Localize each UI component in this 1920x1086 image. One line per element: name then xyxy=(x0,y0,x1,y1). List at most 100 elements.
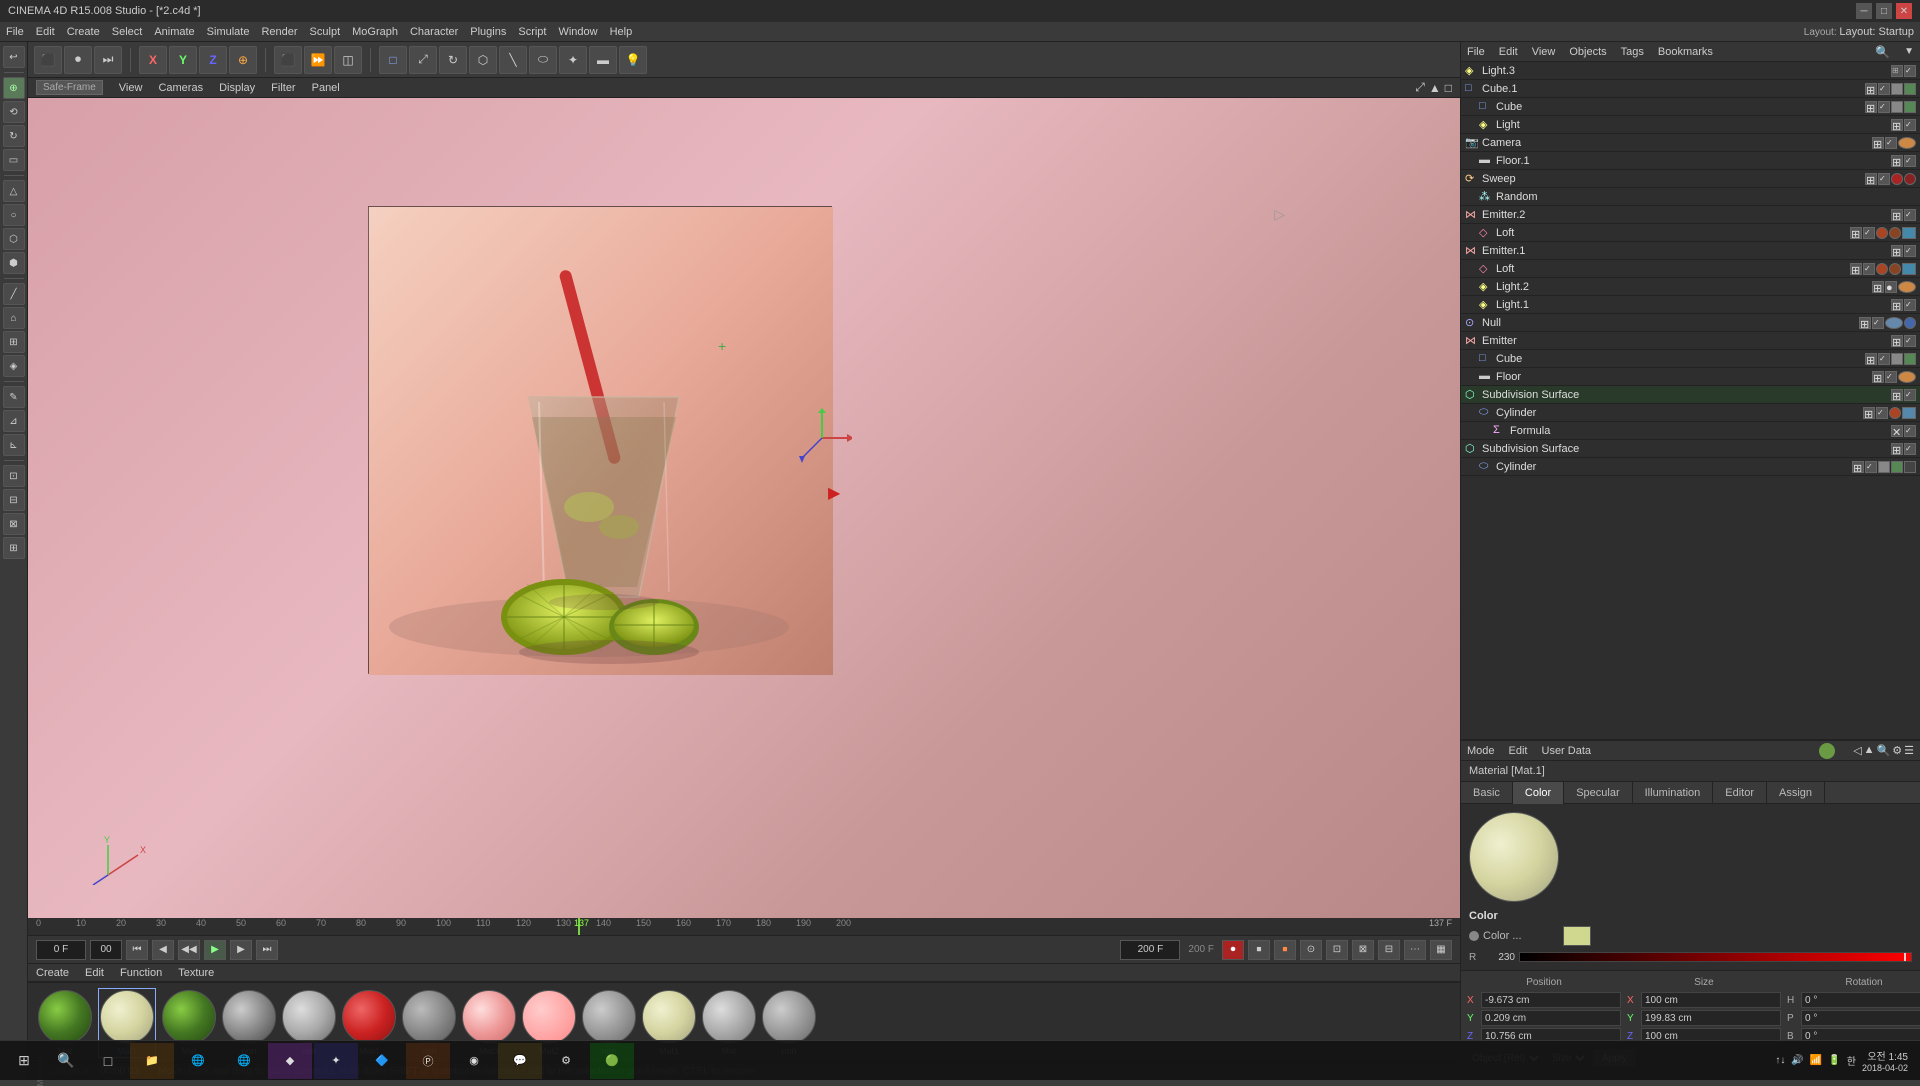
menu-help[interactable]: Help xyxy=(610,26,633,38)
tool-1[interactable]: △ xyxy=(3,180,25,202)
obj-search-icon[interactable]: 🔍 xyxy=(1875,45,1890,59)
mat-tab-color[interactable]: Color xyxy=(1513,782,1564,804)
obj-row-loft1[interactable]: ◇ Loft ⊞ ✓ xyxy=(1461,224,1920,242)
mat-nav-left[interactable]: ◁ xyxy=(1853,744,1861,757)
size-y-input[interactable] xyxy=(1641,1010,1781,1026)
tb-gear[interactable]: ⚙ xyxy=(544,1043,588,1079)
mat-tab-specular[interactable]: Specular xyxy=(1564,782,1632,804)
menu-select[interactable]: Select xyxy=(112,26,143,38)
tc-7[interactable]: ⊟ xyxy=(1378,940,1400,960)
mat-menu-function[interactable]: Function xyxy=(120,967,162,979)
menu-create[interactable]: Create xyxy=(67,26,100,38)
obj-filter-icon[interactable]: ▼ xyxy=(1904,46,1914,57)
tool-11[interactable]: ⊾ xyxy=(3,434,25,456)
vp-menu-cameras[interactable]: Cameras xyxy=(158,82,203,94)
tool-12[interactable]: ⊡ xyxy=(3,465,25,487)
maximize-button[interactable]: □ xyxy=(1876,3,1892,19)
tool-5[interactable]: ╱ xyxy=(3,283,25,305)
mat-hdr-userdata[interactable]: User Data xyxy=(1542,745,1592,757)
obj-row-light[interactable]: ◈ Light ⊞ ✓ xyxy=(1461,116,1920,134)
vp-ctrl-3[interactable]: □ xyxy=(1445,81,1452,95)
tool-scale[interactable]: ⟲ xyxy=(3,101,25,123)
obj-row-sweep[interactable]: ⟳ Sweep ⊞ ✓ xyxy=(1461,170,1920,188)
vp-menu-panel[interactable]: Panel xyxy=(312,82,340,94)
obj-menu-file[interactable]: File xyxy=(1467,46,1485,58)
tb-green[interactable]: 🟢 xyxy=(590,1043,634,1079)
tb-c4d[interactable]: ✦ xyxy=(314,1043,358,1079)
obj-row-emitter1[interactable]: ⋈ Emitter.1 ⊞ ✓ xyxy=(1461,242,1920,260)
menu-sculpt[interactable]: Sculpt xyxy=(310,26,341,38)
tray-icon-5[interactable]: 한 xyxy=(1847,1053,1856,1068)
tray-clock[interactable]: 오전 1:45 2018-04-02 xyxy=(1862,1048,1908,1073)
tray-icon-3[interactable]: 📶 xyxy=(1810,1055,1822,1066)
tb-x-axis[interactable]: X xyxy=(139,46,167,74)
mat-menu-texture[interactable]: Texture xyxy=(178,967,214,979)
vp-menu-display[interactable]: Display xyxy=(219,82,255,94)
menu-mograph[interactable]: MoGraph xyxy=(352,26,398,38)
rot-h-input[interactable] xyxy=(1801,992,1920,1008)
mat-menu-create[interactable]: Create xyxy=(36,967,69,979)
tray-icon-2[interactable]: 🔊 xyxy=(1791,1055,1803,1066)
obj-row-light2[interactable]: ◈ Light.2 ⊞ ● xyxy=(1461,278,1920,296)
mat-tab-editor[interactable]: Editor xyxy=(1713,782,1767,804)
obj-row-camera[interactable]: 📷 Camera ⊞ ✓ xyxy=(1461,134,1920,152)
tool-8[interactable]: ◈ xyxy=(3,355,25,377)
tb-paint[interactable]: ✦ xyxy=(559,46,587,74)
tc-2[interactable]: ⏹ xyxy=(1248,940,1270,960)
tool-15[interactable]: ⊞ xyxy=(3,537,25,559)
r-value[interactable]: 230 xyxy=(1485,952,1515,963)
tool-10[interactable]: ⊿ xyxy=(3,410,25,432)
menu-window[interactable]: Window xyxy=(558,26,597,38)
tray-icon-1[interactable]: ↑↓ xyxy=(1775,1055,1785,1066)
obj-menu-objects[interactable]: Objects xyxy=(1569,46,1606,58)
menu-character[interactable]: Character xyxy=(410,26,458,38)
r-slider[interactable] xyxy=(1519,952,1912,962)
obj-menu-bookmarks[interactable]: Bookmarks xyxy=(1658,46,1713,58)
tc-end[interactable]: ⏭ xyxy=(256,940,278,960)
tc-prev-frame[interactable]: ◀ xyxy=(152,940,174,960)
menu-file[interactable]: File xyxy=(6,26,24,38)
tb-knife[interactable]: ╲ xyxy=(499,46,527,74)
menu-script[interactable]: Script xyxy=(518,26,546,38)
vp-menu-filter[interactable]: Filter xyxy=(271,82,295,94)
tb-task-view[interactable]: □ xyxy=(88,1042,128,1080)
obj-menu-edit[interactable]: Edit xyxy=(1499,46,1518,58)
tool-select[interactable]: ▭ xyxy=(3,149,25,171)
tc-start[interactable]: ⏮ xyxy=(126,940,148,960)
obj-row-null[interactable]: ⊙ Null ⊞ ✓ xyxy=(1461,314,1920,332)
mat-nav-tri[interactable]: ▲ xyxy=(1864,744,1875,757)
pos-x-input[interactable] xyxy=(1481,992,1621,1008)
close-button[interactable]: ✕ xyxy=(1896,3,1912,19)
obj-row-emitter2[interactable]: ⋈ Emitter.2 ⊞ ✓ xyxy=(1461,206,1920,224)
obj-row-emitter[interactable]: ⋈ Emitter ⊞ ✓ xyxy=(1461,332,1920,350)
tc-5[interactable]: ⊡ xyxy=(1326,940,1348,960)
tool-14[interactable]: ⊠ xyxy=(3,513,25,535)
minimize-button[interactable]: ─ xyxy=(1856,3,1872,19)
obj-row-cube1[interactable]: □ Cube.1 ⊞ ✓ xyxy=(1461,80,1920,98)
mat-menu-edit[interactable]: Edit xyxy=(85,967,104,979)
mat-hdr-mode[interactable]: Mode xyxy=(1467,745,1495,757)
tb-move[interactable]: ⤢ xyxy=(409,46,437,74)
tb-start[interactable]: ⊞ xyxy=(4,1042,44,1080)
obj-row-floor[interactable]: ▬ Floor ⊞ ✓ xyxy=(1461,368,1920,386)
tool-13[interactable]: ⊟ xyxy=(3,489,25,511)
tb-ae[interactable]: ◆ xyxy=(268,1043,312,1079)
tc-8[interactable]: ⋯ xyxy=(1404,940,1426,960)
menu-edit[interactable]: Edit xyxy=(36,26,55,38)
tool-6[interactable]: ⌂ xyxy=(3,307,25,329)
tb-floor2[interactable]: ▬ xyxy=(589,46,617,74)
mat-nav-right[interactable]: 🔍 xyxy=(1877,744,1891,757)
tc-rec[interactable]: ⏺ xyxy=(1222,940,1244,960)
tool-7[interactable]: ⊞ xyxy=(3,331,25,353)
tool-9[interactable]: ✎ xyxy=(3,386,25,408)
tb-world[interactable]: ⊕ xyxy=(229,46,257,74)
tb-light2[interactable]: 💡 xyxy=(619,46,647,74)
tb-anim-record[interactable]: ⏺ xyxy=(64,46,92,74)
color-swatch-preview[interactable] xyxy=(1563,926,1591,946)
obj-row-subdiv2[interactable]: ⬡ Subdivision Surface ⊞ ✓ xyxy=(1461,440,1920,458)
mat-tab-illumination[interactable]: Illumination xyxy=(1633,782,1714,804)
mat-tab-basic[interactable]: Basic xyxy=(1461,782,1513,804)
rot-p-input[interactable] xyxy=(1801,1010,1920,1026)
obj-menu-view[interactable]: View xyxy=(1532,46,1556,58)
obj-row-cube-emitter[interactable]: □ Cube ⊞ ✓ xyxy=(1461,350,1920,368)
